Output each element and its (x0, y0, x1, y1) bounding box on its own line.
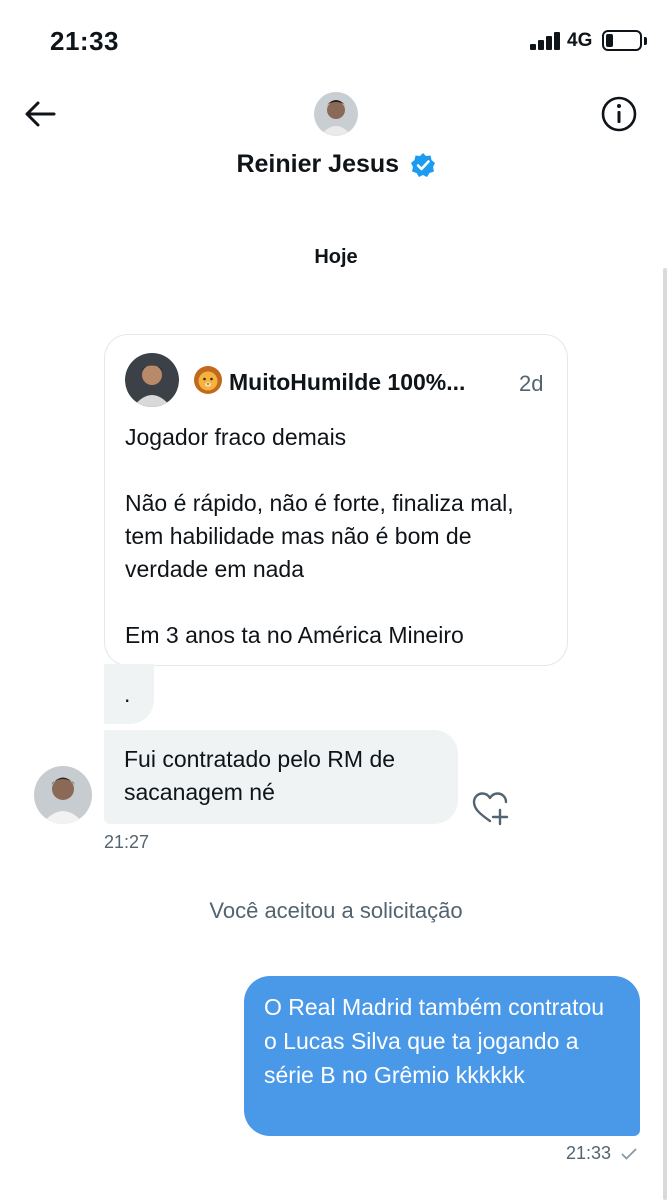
tweet-text: Jogador fraco demais Não é rápido, não é… (125, 424, 514, 648)
signal-icon (530, 32, 562, 50)
scrollbar[interactable] (663, 268, 667, 1200)
info-button[interactable] (600, 95, 638, 133)
lion-emoji-icon (193, 365, 223, 395)
message-text: Fui contratado pelo RM de sacanagem né (124, 746, 396, 805)
message-text: . (124, 681, 131, 707)
message-timestamp: 21:27 (104, 832, 150, 852)
contact-name: Reinier Jesus (236, 150, 400, 178)
check-icon (621, 1147, 637, 1161)
date-separator: Hoje (314, 246, 358, 268)
network-label: 4G (567, 30, 593, 51)
sender-avatar[interactable] (34, 766, 92, 824)
back-button[interactable] (20, 94, 60, 134)
react-button[interactable] (470, 788, 510, 828)
heart-plus-icon (472, 792, 509, 826)
message-text: O Real Madrid também contratou o Lucas S… (264, 994, 605, 1088)
tweet-author-name[interactable]: MuitoHumilde 100%... (229, 369, 501, 396)
status-time: 21:33 (50, 26, 119, 56)
battery-icon (602, 30, 642, 51)
arrow-left-icon (25, 101, 56, 127)
contact-avatar[interactable] (314, 92, 358, 136)
outgoing-message[interactable]: O Real Madrid também contratou o Lucas S… (244, 976, 640, 1136)
incoming-message[interactable]: Fui contratado pelo RM de sacanagem né (104, 730, 458, 824)
battery-tip (644, 37, 647, 45)
tweet-time: 2d (519, 371, 544, 396)
contact-name-row[interactable]: Reinier Jesus (0, 150, 672, 179)
quoted-tweet-card[interactable]: MuitoHumilde 100%... 2d Jogador fraco de… (104, 334, 568, 666)
verified-badge-icon (410, 152, 436, 178)
status-bar: 21:33 4G (0, 0, 672, 80)
tweet-author-avatar[interactable] (125, 353, 179, 407)
message-timestamp: 21:33 (566, 1143, 612, 1163)
request-accepted-notice: Você aceitou a solicitação (209, 898, 463, 923)
info-icon (601, 96, 637, 132)
incoming-message[interactable]: . (104, 664, 154, 724)
